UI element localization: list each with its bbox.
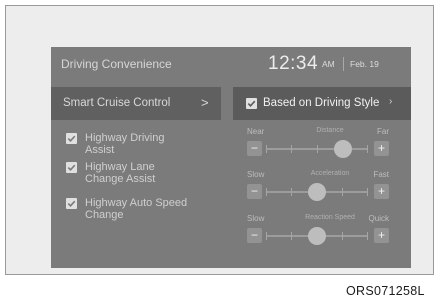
checkbox-checked-icon[interactable]	[246, 98, 257, 109]
slider-tick	[291, 232, 292, 240]
header-divider	[343, 57, 344, 71]
slider-tick	[342, 188, 343, 196]
figure-frame: Driving Convenience 12:34 AM Feb. 19 Sma…	[5, 5, 434, 275]
slider-min-label: Slow	[247, 170, 265, 179]
check-item-label: Highway Driving Assist	[85, 132, 165, 156]
slider-tick	[266, 232, 267, 240]
clock-time: 12:34	[268, 53, 319, 74]
slider-tick	[266, 145, 267, 153]
slider-title: Reaction Speed	[305, 214, 355, 221]
slider-track[interactable]	[266, 183, 368, 201]
slider-track[interactable]	[266, 227, 368, 245]
slider-max-label: Quick	[368, 214, 389, 223]
plus-button[interactable]: +	[374, 228, 389, 243]
display-screen: Driving Convenience 12:34 AM Feb. 19 Sma…	[51, 47, 411, 268]
check-item-label: Highway Lane Change Assist	[85, 161, 156, 185]
slider-tick	[367, 188, 368, 196]
screen-title: Driving Convenience	[61, 57, 172, 71]
chevron-right-icon: ›	[389, 96, 393, 107]
slider-track[interactable]	[266, 140, 368, 158]
slider-title: Distance	[316, 127, 344, 134]
slider-tick	[367, 145, 368, 153]
figure-caption: ORS071258L	[346, 284, 425, 298]
clock-date: Feb. 19	[350, 59, 379, 69]
slider-knob[interactable]	[308, 183, 326, 201]
check-item-label: Highway Auto Speed Change	[85, 197, 188, 221]
slider-tick	[342, 232, 343, 240]
slider-tick	[367, 232, 368, 240]
minus-button[interactable]: −	[247, 184, 262, 199]
slider-tick	[291, 145, 292, 153]
minus-button[interactable]: −	[247, 141, 262, 156]
menu-item-smart-cruise-control[interactable]: Smart Cruise Control >	[51, 87, 221, 120]
slider-min-label: Slow	[247, 214, 265, 223]
slider-acceleration: Slow Acceleration Fast − +	[247, 170, 389, 204]
slider-knob[interactable]	[308, 227, 326, 245]
slider-tick	[291, 188, 292, 196]
plus-button[interactable]: +	[374, 141, 389, 156]
chevron-right-icon: >	[201, 95, 209, 110]
option-based-on-driving-style[interactable]: Based on Driving Style ›	[233, 87, 411, 120]
checkbox-checked-icon[interactable]	[66, 198, 77, 209]
slider-max-label: Fast	[373, 170, 389, 179]
slider-min-label: Near	[247, 127, 265, 136]
slider-max-label: Far	[377, 127, 389, 136]
option-label: Based on Driving Style	[263, 97, 380, 109]
minus-button[interactable]: −	[247, 228, 262, 243]
slider-title: Acceleration	[310, 170, 350, 177]
slider-reaction-speed: Slow Reaction Speed Quick − +	[247, 214, 389, 248]
plus-button[interactable]: +	[374, 184, 389, 199]
menu-item-label: Smart Cruise Control	[63, 97, 171, 109]
slider-tick	[266, 188, 267, 196]
clock-ampm: AM	[322, 59, 335, 69]
slider-tick	[317, 145, 318, 153]
slider-distance: Near Distance Far − +	[247, 127, 389, 161]
checkbox-checked-icon[interactable]	[66, 162, 77, 173]
slider-knob[interactable]	[334, 140, 352, 158]
checkbox-checked-icon[interactable]	[66, 133, 77, 144]
